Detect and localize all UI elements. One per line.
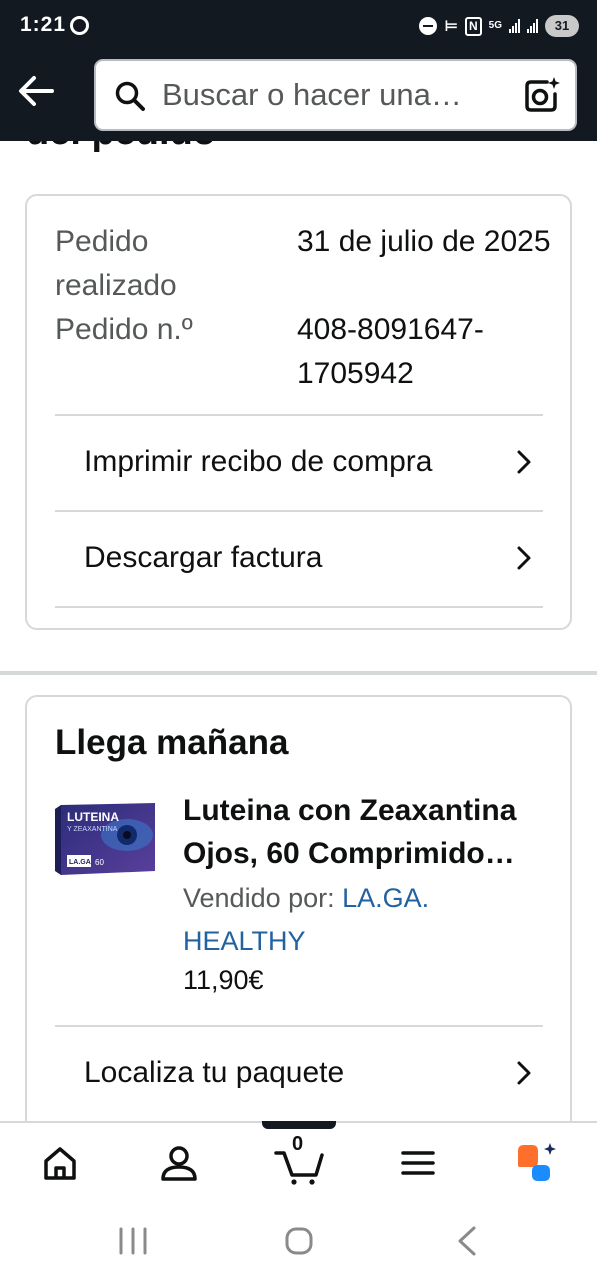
back-system-icon[interactable] [448,1223,488,1259]
menu-icon[interactable] [396,1141,440,1185]
order-date-label: Pedido realizado [55,225,177,302]
system-navigation-bar [0,1201,597,1280]
sleep-mode-icon: ⊨ [444,18,458,35]
order-details-content: del pedido Pedido realizado 31 de julio … [0,141,597,1121]
chevron-right-icon [517,1061,531,1085]
product-price: 11,90€ [183,965,264,995]
bottom-navigation: 0 [0,1121,597,1201]
download-invoice-link[interactable]: Descargar factura [55,511,543,605]
circle-notification-icon [70,16,89,35]
divider [55,606,543,608]
sold-by-label: Vendido por: [183,883,335,913]
rufus-assistant-icon[interactable] [514,1141,558,1185]
camera-lens-icon[interactable] [523,76,561,114]
product-image-subtitle: Y ZEAXANTINA [67,826,118,833]
cart-count-badge: 0 [292,1133,304,1155]
delivery-status-heading: Llega mañana [55,723,289,762]
chevron-right-icon [517,450,531,474]
product-image-count: 60 [95,858,104,867]
status-bar: 1:21 ⊨ N 5G 31 [0,0,597,50]
account-icon[interactable] [157,1141,201,1185]
sold-by: Vendido por: LA.GA. HEALTHY [183,877,543,963]
nfc-icon: N [464,16,482,36]
product-image-title: LUTEINA [67,810,119,824]
recent-apps-icon[interactable] [113,1223,153,1259]
signal-strength-icon [509,19,520,33]
back-arrow-icon[interactable] [16,73,56,109]
order-number-value: 408-8091647-1705942 [297,313,484,390]
do-not-disturb-icon [419,17,438,35]
search-input[interactable] [162,75,492,115]
active-tab-indicator [262,1121,336,1129]
search-icon [115,81,145,111]
order-date-row: Pedido realizado 31 de julio de 2025 [55,220,551,308]
shipment-card: Llega mañana LUTEINA Y ZEAXANTINA LA.GA … [25,695,572,1121]
app-header [0,50,597,141]
page-title: del pedido [26,141,216,154]
track-package-label: Localiza tu paquete [84,1056,345,1089]
status-icons: ⊨ N 5G 31 [419,13,579,39]
order-number-label: Pedido n.º [55,313,193,346]
chevron-right-icon [517,546,531,570]
product-title[interactable]: Luteina con Zeaxantina Ojos, 60 Comprimi… [183,789,553,875]
home-system-icon[interactable] [279,1223,319,1259]
download-invoice-label: Descargar factura [84,541,323,574]
search-bar[interactable] [94,59,577,131]
battery-level: 31 [545,15,579,37]
network-type: 5G [488,20,502,31]
track-package-link[interactable]: Localiza tu paquete [55,1026,543,1120]
signal-strength-icon-2 [527,19,538,33]
home-icon[interactable] [38,1141,82,1185]
product-image-brand: LA.GA [69,859,91,866]
order-date-value: 31 de julio de 2025 [297,225,551,258]
order-info-card: Pedido realizado 31 de julio de 2025 Ped… [25,194,572,630]
order-number-row: Pedido n.º 408-8091647-1705942 [55,308,484,390]
product-image[interactable]: LUTEINA Y ZEAXANTINA LA.GA 60 [55,801,159,877]
print-receipt-label: Imprimir recibo de compra [84,445,433,478]
status-time: 1:21 [20,13,67,36]
print-receipt-link[interactable]: Imprimir recibo de compra [55,415,543,509]
